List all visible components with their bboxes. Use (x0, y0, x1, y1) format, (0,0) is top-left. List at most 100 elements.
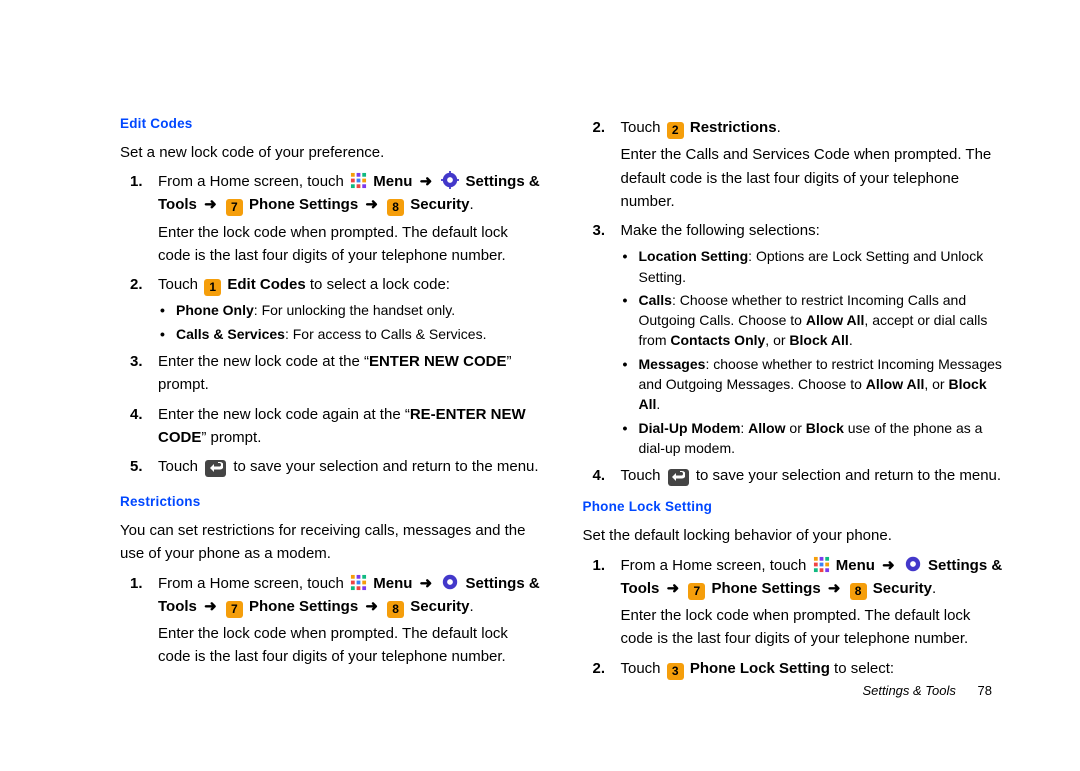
step-4: 4. Touch to save your selection and retu… (583, 464, 1006, 487)
step-1: 1. From a Home screen, touch Menu ➜ Sett… (120, 572, 543, 669)
step-2: 2. Touch 3 Phone Lock Setting to select: (583, 657, 1006, 680)
option-label: Messages (639, 356, 706, 372)
step-text: . (469, 196, 473, 213)
step-text: to save your selection and return to the… (233, 458, 538, 475)
step-5: 5. Touch to save your selection and retu… (120, 455, 543, 478)
option-location: Location Setting: Options are Lock Setti… (621, 246, 1006, 287)
steps-phone-lock: 1. From a Home screen, touch Menu ➜ Sett… (583, 554, 1006, 680)
step-note: Enter the lock code when prompted. The d… (158, 221, 543, 268)
intro-text: Set the default locking behavior of your… (583, 524, 1006, 547)
step-text: Enter the new lock code at the “ (158, 353, 369, 370)
badge-7-icon: 7 (688, 583, 705, 600)
step-note: Enter the lock code when prompted. The d… (158, 622, 543, 669)
option-label: Calls (639, 292, 672, 308)
menu-label: Menu (373, 575, 412, 592)
option-calls: Calls: Choose whether to restrict Incomi… (621, 290, 1006, 351)
option-label: Allow All (806, 312, 865, 328)
menu-icon (350, 574, 367, 591)
page-footer: Settings & Tools 78 (862, 681, 992, 701)
back-icon (668, 469, 689, 486)
badge-1-icon: 1 (204, 279, 221, 296)
step-text: ” prompt. (201, 429, 261, 446)
option-label: Location Setting (639, 248, 749, 264)
gear-icon (904, 555, 922, 573)
menu-icon (350, 172, 367, 189)
step-1: 1. From a Home screen, touch Menu ➜ Sett… (120, 170, 543, 267)
badge-7-icon: 7 (226, 199, 243, 216)
step-text: Enter the new lock code again at the “ (158, 406, 410, 423)
arrow-icon: ➜ (420, 173, 433, 190)
intro-text: You can set restrictions for receiving c… (120, 519, 543, 566)
step-text: Touch (621, 660, 665, 677)
manual-page: Edit Codes Set a new lock code of your p… (0, 0, 1080, 771)
option-text: : (740, 420, 748, 436)
menu-label: Menu (836, 557, 875, 574)
security-label: Security (410, 196, 469, 213)
menu-label: Menu (373, 173, 412, 190)
arrow-icon: ➜ (882, 557, 895, 574)
option-messages: Messages: choose whether to restrict Inc… (621, 354, 1006, 415)
option-calls-services: Calls & Services: For access to Calls & … (158, 324, 543, 344)
option-label: Contacts Only (670, 332, 765, 348)
step-text: From a Home screen, touch (158, 575, 348, 592)
arrow-icon: ➜ (667, 580, 680, 597)
edit-codes-label: Edit Codes (227, 276, 305, 293)
option-phone-only: Phone Only: For unlocking the handset on… (158, 300, 543, 320)
step-2: 2. Touch 1 Edit Codes to select a lock c… (120, 273, 543, 344)
step-text: . (777, 119, 781, 136)
arrow-icon: ➜ (204, 196, 217, 213)
step-text: Make the following selections: (621, 222, 820, 239)
security-label: Security (410, 598, 469, 615)
security-label: Security (873, 580, 932, 597)
step-text: Touch (621, 119, 665, 136)
badge-8-icon: 8 (850, 583, 867, 600)
badge-8-icon: 8 (387, 199, 404, 216)
gear-icon (441, 171, 459, 189)
option-label: Phone Only (176, 302, 254, 318)
right-column: 2. Touch 2 Restrictions. Enter the Calls… (583, 110, 1006, 731)
arrow-icon: ➜ (365, 598, 378, 615)
step-3: 3. Make the following selections: Locati… (583, 219, 1006, 458)
badge-8-icon: 8 (387, 601, 404, 618)
option-text: : For access to Calls & Services. (285, 326, 487, 342)
left-column: Edit Codes Set a new lock code of your p… (120, 110, 543, 731)
arrow-icon: ➜ (828, 580, 841, 597)
menu-icon (813, 556, 830, 573)
footer-section: Settings & Tools (862, 683, 955, 698)
option-label: Calls & Services (176, 326, 285, 342)
step-text: to select: (830, 660, 894, 677)
option-label: Block (806, 420, 844, 436)
step-text: to select a lock code: (306, 276, 450, 293)
option-text: or (786, 420, 806, 436)
option-text: , or (765, 332, 789, 348)
phone-settings-label: Phone Settings (711, 580, 820, 597)
restrictions-label: Restrictions (690, 119, 777, 136)
badge-7-icon: 7 (226, 601, 243, 618)
phone-settings-label: Phone Settings (249, 196, 358, 213)
step-text: Touch (158, 458, 202, 475)
options-list: Location Setting: Options are Lock Setti… (621, 246, 1006, 458)
phone-settings-label: Phone Settings (249, 598, 358, 615)
badge-2-icon: 2 (667, 122, 684, 139)
step-text: Touch (158, 276, 202, 293)
step-text: to save your selection and return to the… (696, 467, 1001, 484)
option-label: Allow All (866, 376, 925, 392)
section-heading-edit-codes: Edit Codes (120, 114, 543, 135)
option-dialup: Dial-Up Modem: Allow or Block use of the… (621, 418, 1006, 459)
gear-icon (441, 573, 459, 591)
step-text: . (932, 580, 936, 597)
step-note: Enter the Calls and Services Code when p… (621, 143, 1006, 213)
steps-edit-codes: 1. From a Home screen, touch Menu ➜ Sett… (120, 170, 543, 478)
option-text: : For unlocking the handset only. (254, 302, 455, 318)
step-1: 1. From a Home screen, touch Menu ➜ Sett… (583, 554, 1006, 651)
option-label: Block All (789, 332, 848, 348)
step-text: From a Home screen, touch (158, 173, 348, 190)
section-heading-restrictions: Restrictions (120, 492, 543, 513)
step-3: 3. Enter the new lock code at the “ENTER… (120, 350, 543, 397)
page-number: 78 (978, 683, 992, 698)
step-note: Enter the lock code when prompted. The d… (621, 604, 1006, 651)
step-text: From a Home screen, touch (621, 557, 811, 574)
prompt-label: ENTER NEW CODE (369, 353, 507, 370)
step-text: Touch (621, 467, 665, 484)
arrow-icon: ➜ (204, 598, 217, 615)
